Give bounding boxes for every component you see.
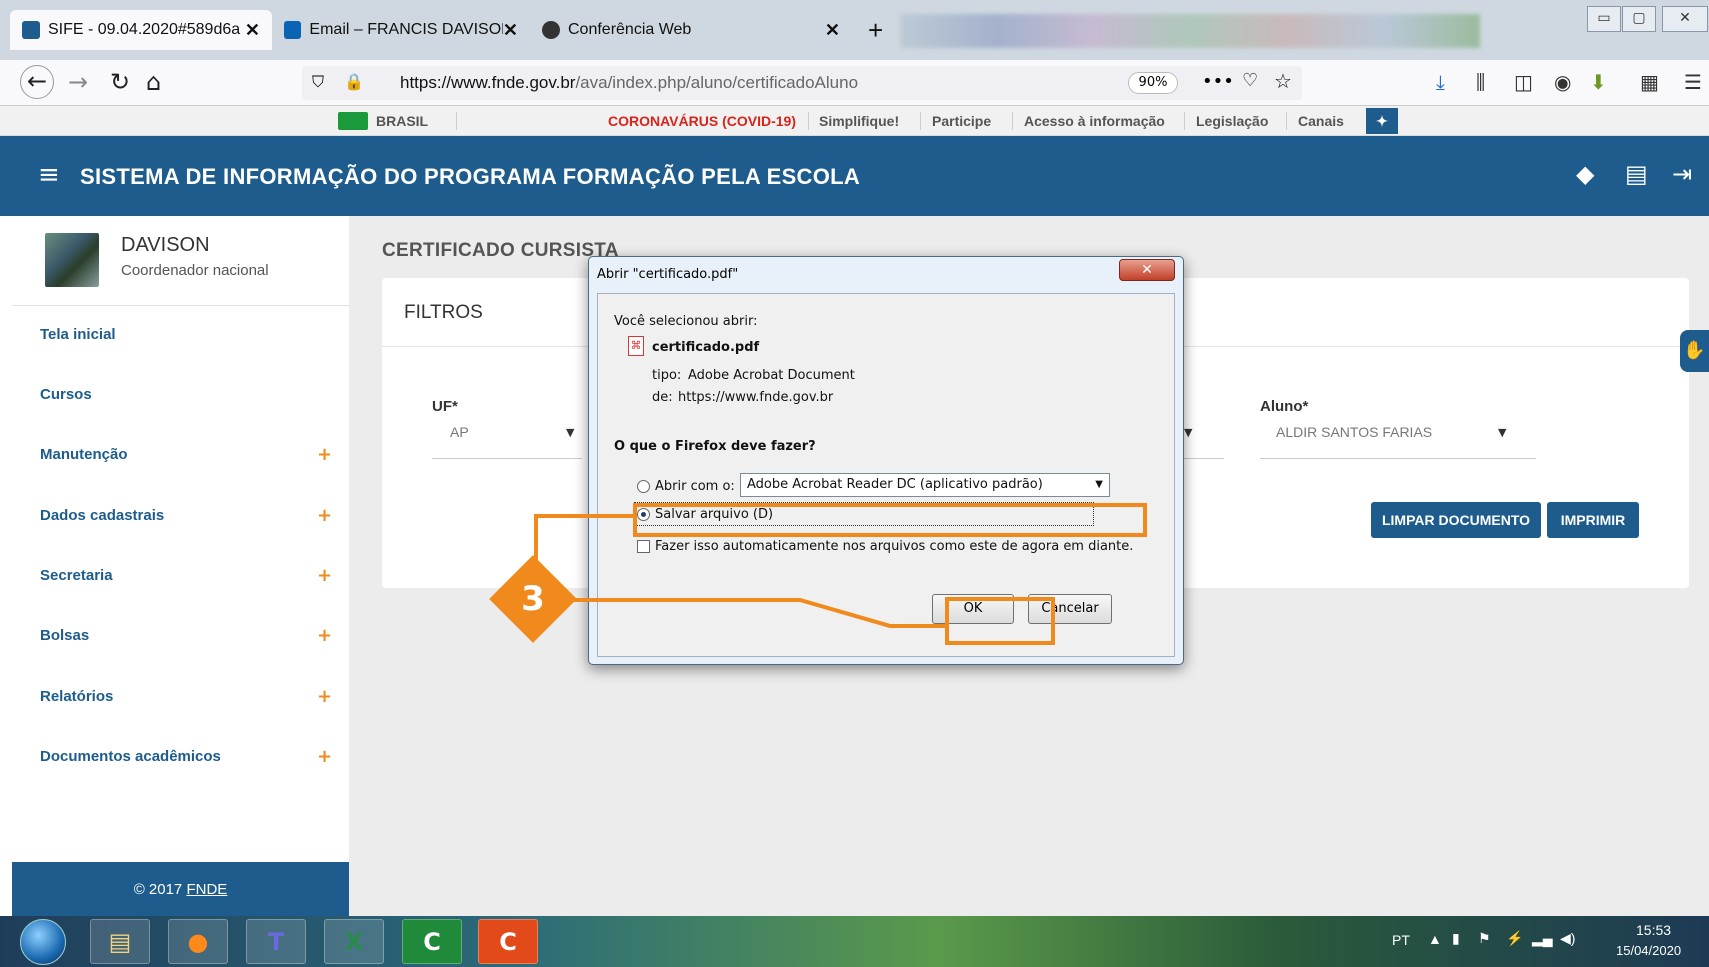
step-number: 3 — [521, 579, 545, 619]
annotation-connector — [534, 514, 945, 628]
file-explorer-icon[interactable]: ▤ — [90, 919, 150, 964]
flag-icon[interactable]: ⚑ — [1478, 930, 1491, 947]
clock-date[interactable]: 15/04/2020 — [1616, 943, 1681, 958]
connector-line — [534, 514, 633, 575]
firefox-icon[interactable]: ● — [168, 919, 228, 964]
volume-icon[interactable]: ◀) — [1560, 930, 1575, 947]
signal-icon[interactable]: ▂▄ — [1532, 930, 1553, 947]
language-indicator[interactable]: PT — [1392, 932, 1410, 948]
windows-taskbar: ▤ ● T X C C PT ▲ ▮ ⚑ ⚡ ▂▄ ◀) 15:53 15/04… — [0, 916, 1709, 967]
tray-up-icon[interactable]: ▲ — [1428, 931, 1442, 947]
excel-icon[interactable]: X — [324, 919, 384, 964]
network-icon[interactable]: ▮ — [1452, 930, 1460, 947]
power-icon[interactable]: ⚡ — [1506, 930, 1523, 947]
teams-icon[interactable]: T — [246, 919, 306, 964]
windows-start-icon[interactable] — [20, 919, 66, 965]
clock-time[interactable]: 15:53 — [1636, 922, 1671, 938]
recorder-icon[interactable]: C — [478, 919, 538, 964]
connector-line — [566, 598, 945, 628]
camtasia-icon[interactable]: C — [402, 919, 462, 964]
